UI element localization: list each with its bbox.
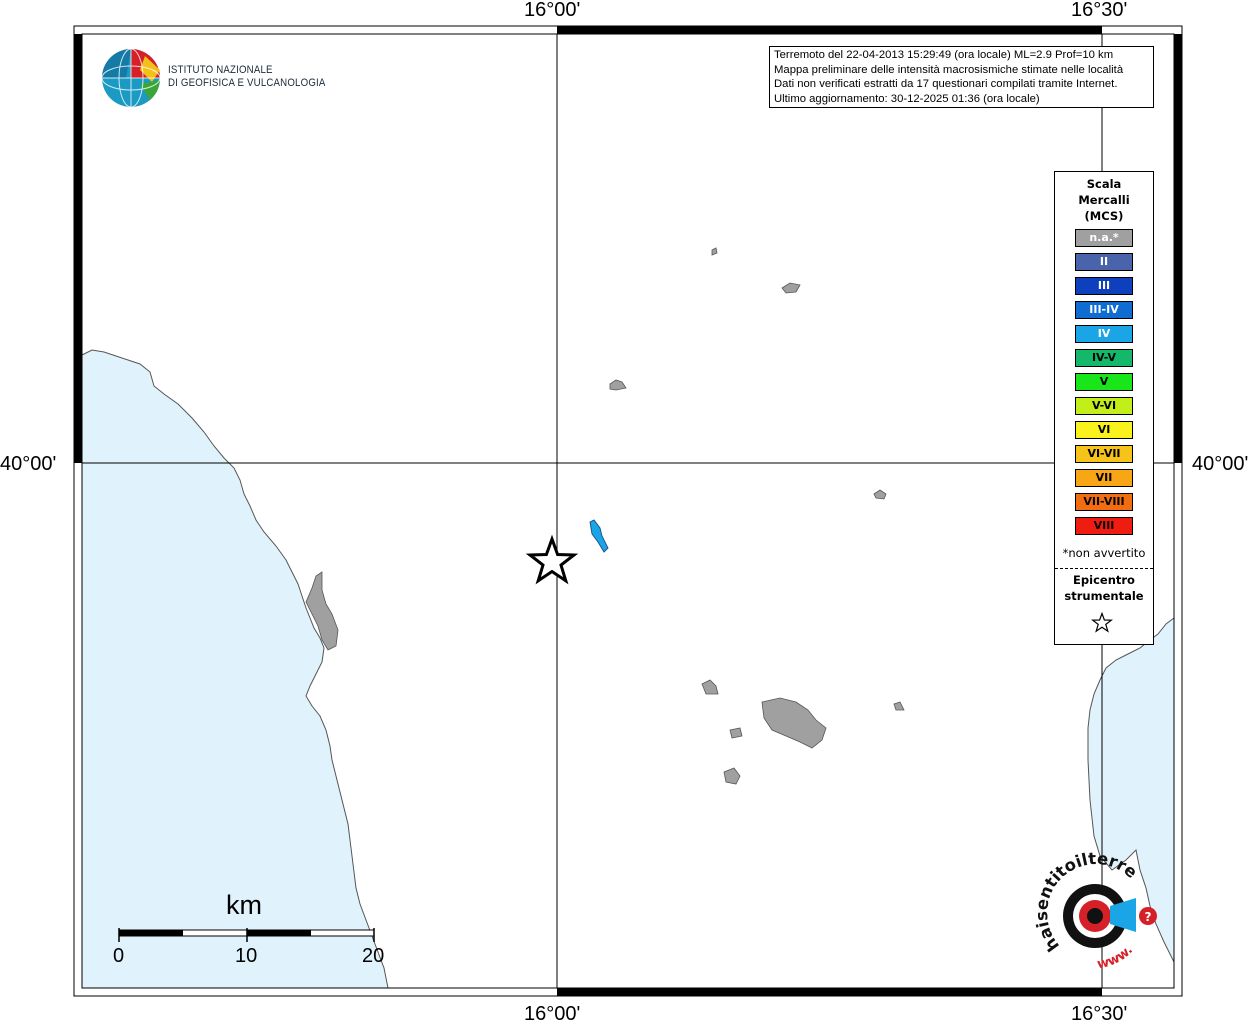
star-icon [1091,612,1113,633]
mcs-legend: Scala Mercalli (MCS) n.a.* II III III-IV IV I… [1054,171,1154,645]
legend-epicenter-line: strumentale [1064,589,1144,603]
legend-swatch: V-VI [1075,397,1133,415]
legend-swatch: VI [1075,421,1133,439]
scale-label-20: 20 [362,945,385,967]
event-info-line: Dati non verificati estratti da 17 quest… [774,78,1118,90]
legend-title-line: Mercalli [1078,193,1130,207]
legend-swatch: IV [1075,325,1133,343]
legend-title-line: (MCS) [1084,209,1124,223]
lat-label-left-4000: 40°00' [0,453,57,475]
legend-swatch: II [1075,253,1133,271]
legend-swatch: VII [1075,469,1133,487]
event-info-line: Ultimo aggiornamento: 30-12-2025 01:36 (… [774,92,1040,105]
legend-swatch: III-IV [1075,301,1133,319]
legend-swatch: VI-VII [1075,445,1133,463]
lon-label-top-1600: 16°00' [524,0,581,21]
scale-label-10: 10 [235,945,258,967]
legend-title: Scala Mercalli (MCS) [1055,176,1153,224]
scale-label-0: 0 [113,945,125,967]
legend-epicenter-title: Epicentro strumentale [1055,572,1153,604]
lon-label-bottom-1630: 16°30' [1071,1003,1128,1025]
legend-swatch: VIII [1075,517,1133,535]
ingv-globe-icon [101,48,161,108]
ingv-logo-text: ISTITUTO NAZIONALE DI GEOFISICA E VULCAN… [168,64,326,90]
ingv-logo-line2: DI GEOFISICA E VULCANOLOGIA [168,77,326,89]
legend-note: *non avvertito [1062,546,1146,560]
lon-label-top-1630: 16°30' [1071,0,1128,21]
event-info-box: Terremoto del 22-04-2013 15:29:49 (ora l… [769,46,1154,108]
lon-label-bottom-1600: 16°00' [524,1003,581,1025]
legend-divider [1055,568,1153,569]
legend-swatch: V [1075,373,1133,391]
scale-bar-title: km [226,890,262,920]
legend-swatch: III [1075,277,1133,295]
legend-swatch: n.a.* [1075,229,1133,247]
legend-epicenter-line: Epicentro [1073,573,1135,587]
legend-swatch: VII-VIII [1075,493,1133,511]
ingv-logo-line1: ISTITUTO NAZIONALE [168,64,273,76]
legend-swatch: IV-V [1075,349,1133,367]
event-info-line: Terremoto del 22-04-2013 15:29:49 (ora l… [774,49,1114,61]
event-info-line: Mappa preliminare delle intensità macros… [774,63,1124,76]
lat-label-right-4000: 40°00' [1192,453,1249,475]
svg-text:?: ? [1145,910,1152,924]
legend-title-line: Scala [1086,177,1122,191]
municipality-polygon [729,727,743,739]
